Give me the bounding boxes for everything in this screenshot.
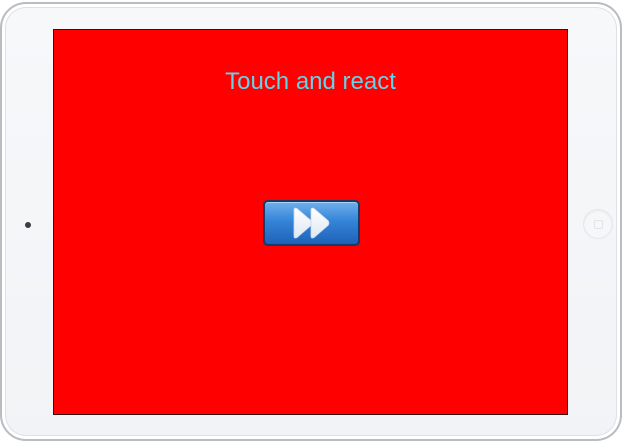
home-button[interactable] <box>583 209 613 239</box>
camera-dot <box>25 222 31 228</box>
fast-forward-icon <box>293 207 329 239</box>
home-button-square-icon <box>594 220 603 229</box>
fast-forward-button[interactable] <box>263 200 360 246</box>
app-screen: Touch and react <box>53 29 568 415</box>
page-title: Touch and react <box>225 68 396 95</box>
